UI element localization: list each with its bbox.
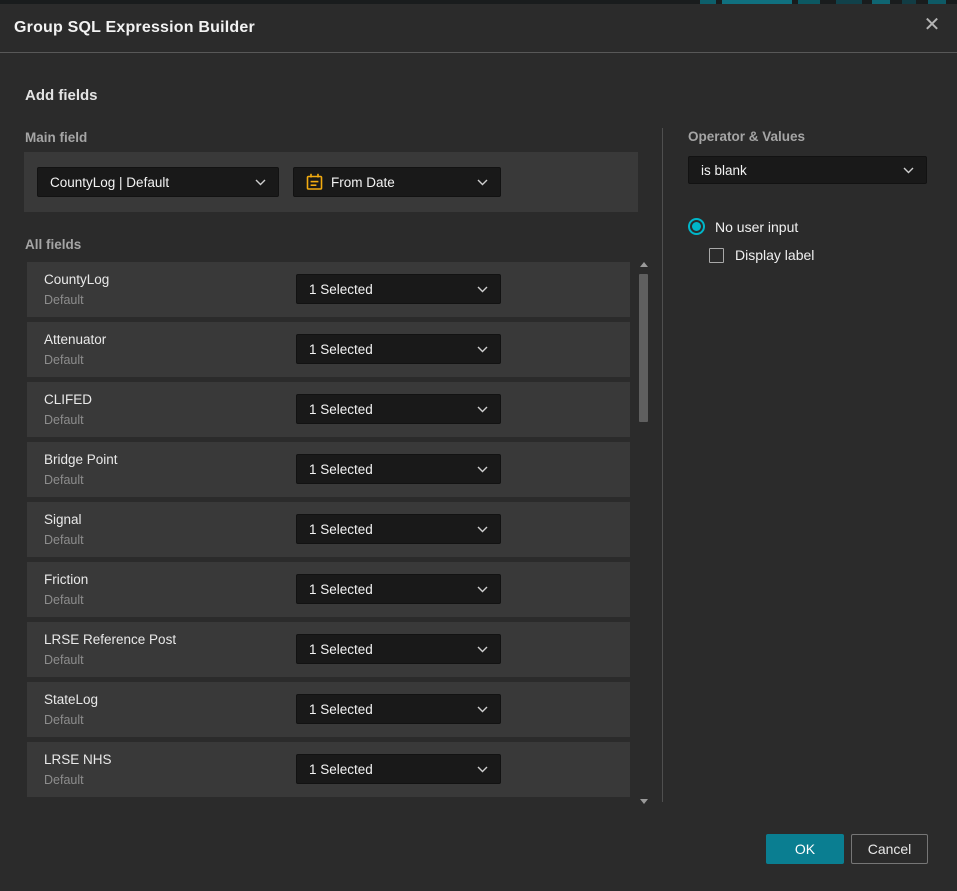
main-field-field-select[interactable]: From Date: [293, 167, 501, 197]
field-name: Bridge Point: [44, 452, 118, 467]
field-list-item: Attenuator Default 1 Selected: [27, 322, 630, 377]
cancel-button[interactable]: Cancel: [851, 834, 928, 864]
field-selected-dropdown[interactable]: 1 Selected: [296, 274, 501, 304]
close-icon[interactable]: ✕: [919, 12, 945, 38]
main-field-box: CountyLog | Default From Date: [24, 152, 638, 212]
field-selected-value: 1 Selected: [309, 762, 469, 777]
panel-divider: [662, 128, 663, 802]
operator-value: is blank: [701, 163, 895, 178]
chevron-down-icon: [477, 286, 488, 293]
add-fields-heading: Add fields: [25, 87, 98, 104]
chevron-down-icon: [477, 706, 488, 713]
checkbox-icon[interactable]: [709, 248, 724, 263]
field-name: LRSE NHS: [44, 752, 112, 767]
all-fields-label: All fields: [25, 237, 81, 252]
calendar-icon: [306, 173, 323, 191]
no-user-input-option[interactable]: No user input: [688, 218, 798, 235]
field-name: CountyLog: [44, 272, 109, 287]
radio-icon[interactable]: [688, 218, 705, 235]
ok-button[interactable]: OK: [766, 834, 844, 864]
field-selected-dropdown[interactable]: 1 Selected: [296, 334, 501, 364]
chevron-down-icon: [477, 646, 488, 653]
field-selected-value: 1 Selected: [309, 702, 469, 717]
field-selected-dropdown[interactable]: 1 Selected: [296, 394, 501, 424]
scroll-up-icon[interactable]: [640, 262, 648, 267]
chevron-down-icon: [255, 179, 266, 186]
chevron-down-icon: [477, 346, 488, 353]
field-sublabel: Default: [44, 413, 84, 427]
chevron-down-icon: [477, 179, 488, 186]
field-selected-value: 1 Selected: [309, 522, 469, 537]
field-sublabel: Default: [44, 533, 84, 547]
field-list-item: CountyLog Default 1 Selected: [27, 262, 630, 317]
field-sublabel: Default: [44, 593, 84, 607]
field-name: StateLog: [44, 692, 98, 707]
field-list-item: StateLog Default 1 Selected: [27, 682, 630, 737]
field-name: Signal: [44, 512, 82, 527]
field-list-item: LRSE NHS Default 1 Selected: [27, 742, 630, 797]
main-field-field-value: From Date: [331, 175, 469, 190]
scroll-down-icon[interactable]: [640, 799, 648, 804]
field-selected-value: 1 Selected: [309, 582, 469, 597]
field-selected-dropdown[interactable]: 1 Selected: [296, 754, 501, 784]
all-fields-list: CountyLog Default 1 Selected Attenuator …: [27, 262, 630, 802]
field-selected-dropdown[interactable]: 1 Selected: [296, 574, 501, 604]
field-name: Friction: [44, 572, 88, 587]
field-selected-dropdown[interactable]: 1 Selected: [296, 634, 501, 664]
field-name: LRSE Reference Post: [44, 632, 176, 647]
field-list-item: Friction Default 1 Selected: [27, 562, 630, 617]
main-field-layer-select[interactable]: CountyLog | Default: [37, 167, 279, 197]
dialog-titlebar: Group SQL Expression Builder: [0, 4, 957, 53]
operator-values-heading: Operator & Values: [688, 129, 805, 144]
field-list-scrollbar[interactable]: [637, 256, 650, 808]
chevron-down-icon: [903, 167, 914, 174]
field-sublabel: Default: [44, 293, 84, 307]
chevron-down-icon: [477, 586, 488, 593]
operator-select[interactable]: is blank: [688, 156, 927, 184]
field-sublabel: Default: [44, 353, 84, 367]
field-sublabel: Default: [44, 653, 84, 667]
field-selected-value: 1 Selected: [309, 642, 469, 657]
chevron-down-icon: [477, 766, 488, 773]
field-name: Attenuator: [44, 332, 106, 347]
field-selected-value: 1 Selected: [309, 342, 469, 357]
field-sublabel: Default: [44, 773, 84, 787]
field-selected-value: 1 Selected: [309, 462, 469, 477]
chevron-down-icon: [477, 466, 488, 473]
chevron-down-icon: [477, 406, 488, 413]
field-sublabel: Default: [44, 713, 84, 727]
field-list-item: Bridge Point Default 1 Selected: [27, 442, 630, 497]
scrollbar-thumb[interactable]: [639, 274, 648, 422]
field-selected-dropdown[interactable]: 1 Selected: [296, 514, 501, 544]
field-name: CLIFED: [44, 392, 92, 407]
field-selected-dropdown[interactable]: 1 Selected: [296, 694, 501, 724]
no-user-input-label: No user input: [715, 219, 798, 235]
field-selected-value: 1 Selected: [309, 402, 469, 417]
field-list-item: Signal Default 1 Selected: [27, 502, 630, 557]
dialog-title: Group SQL Expression Builder: [14, 19, 255, 37]
display-label-label: Display label: [735, 247, 814, 263]
field-list-item: CLIFED Default 1 Selected: [27, 382, 630, 437]
chevron-down-icon: [477, 526, 488, 533]
display-label-option[interactable]: Display label: [709, 247, 814, 263]
field-selected-value: 1 Selected: [309, 282, 469, 297]
field-selected-dropdown[interactable]: 1 Selected: [296, 454, 501, 484]
field-list-item: LRSE Reference Post Default 1 Selected: [27, 622, 630, 677]
main-field-label: Main field: [25, 130, 87, 145]
main-field-layer-value: CountyLog | Default: [50, 175, 247, 190]
field-sublabel: Default: [44, 473, 84, 487]
